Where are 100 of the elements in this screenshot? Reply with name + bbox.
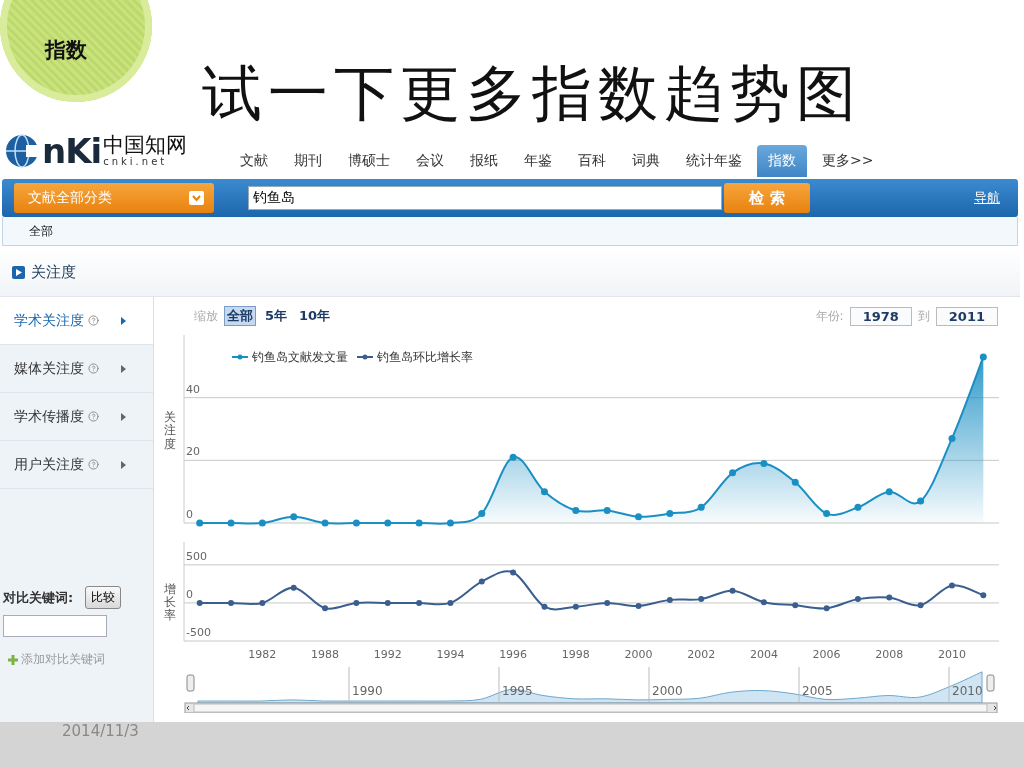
axis-label: 1990 <box>352 684 383 698</box>
data-point <box>979 353 987 361</box>
globe-icon <box>4 133 40 169</box>
nav-tab[interactable]: 博硕士 <box>337 145 401 177</box>
data-point <box>729 587 736 594</box>
keyword-field[interactable] <box>3 615 107 637</box>
scrollbar[interactable] <box>184 702 998 713</box>
range-button[interactable]: 全部 <box>224 306 256 326</box>
data-point <box>290 513 298 521</box>
axis-label: 2008 <box>875 648 904 661</box>
data-point <box>541 603 548 610</box>
data-point <box>760 459 768 467</box>
caret-icon <box>121 460 126 469</box>
data-point <box>258 519 266 527</box>
legend-item[interactable]: 钓鱼岛环比增长率 <box>356 350 473 364</box>
range-handle[interactable] <box>986 674 995 692</box>
data-point <box>885 488 893 496</box>
axis-label: 2000 <box>624 648 653 661</box>
range-button[interactable]: 10年 <box>296 306 334 326</box>
axis-title: 关注度 <box>164 411 176 451</box>
logo-domain: cnki.net <box>103 156 169 167</box>
axis-label: 1995 <box>502 684 533 698</box>
axis-label: 1982 <box>248 648 277 661</box>
slide-badge: 指数 <box>0 0 152 102</box>
data-point <box>228 599 234 606</box>
nav-tab[interactable]: 期刊 <box>283 145 333 177</box>
data-point <box>666 510 674 518</box>
caret-icon <box>121 412 126 421</box>
sidebar-item[interactable]: 学术关注度 <box>0 297 153 345</box>
axis-label: 1994 <box>436 648 465 661</box>
axis-label: 2000 <box>652 684 683 698</box>
year-label: 年份: <box>815 307 844 325</box>
nav-tab[interactable]: 会议 <box>405 145 455 177</box>
data-point <box>227 519 235 527</box>
nav-tab[interactable]: 文献 <box>229 145 279 177</box>
data-point <box>196 599 203 606</box>
data-point <box>541 488 548 496</box>
nav-tab[interactable]: 统计年鉴 <box>675 145 753 177</box>
year-field[interactable]: 1978 <box>849 306 912 326</box>
play-icon <box>12 265 25 279</box>
data-point <box>917 602 924 609</box>
caret-icon <box>121 316 126 325</box>
data-point <box>791 478 799 486</box>
section-title: 关注度 <box>31 262 76 282</box>
data-point <box>446 519 454 527</box>
slide-title: 试一下更多指数趋势图 <box>202 63 862 123</box>
logo-name: 中国知网 <box>103 135 188 156</box>
slide-date: 2014/11/3 <box>62 722 139 740</box>
data-point <box>604 599 611 606</box>
data-point <box>384 519 392 527</box>
nav-tab[interactable]: 百科 <box>567 145 617 177</box>
axis-label: 500 <box>186 549 207 563</box>
data-point <box>635 513 642 521</box>
range-button[interactable]: 5年 <box>262 306 291 326</box>
axis-label: 2006 <box>812 648 841 661</box>
axis-label: 2010 <box>952 684 983 698</box>
data-point <box>290 584 297 591</box>
data-point <box>196 519 204 527</box>
legend-item[interactable]: 钓鱼岛文献发文量 <box>231 350 348 364</box>
data-point <box>416 599 423 606</box>
data-point <box>352 519 360 527</box>
nav-tab[interactable]: 报纸 <box>459 145 509 177</box>
year-field[interactable]: 2011 <box>935 306 998 326</box>
data-point <box>792 602 799 609</box>
axis-title: 增长率 <box>164 582 176 623</box>
axis-label: 1988 <box>311 648 340 661</box>
data-point <box>322 605 329 612</box>
data-point <box>949 582 955 589</box>
nav-tab[interactable]: 更多>> <box>811 145 885 177</box>
caret-icon <box>189 191 204 205</box>
compare-button[interactable]: 比较 <box>85 586 122 609</box>
range-handle[interactable] <box>186 674 195 692</box>
data-point <box>509 453 517 461</box>
logo-text: nKi <box>42 131 102 171</box>
help-icon <box>88 459 99 470</box>
axis-label: 2002 <box>687 648 716 661</box>
data-point <box>259 599 266 606</box>
data-point <box>510 569 517 576</box>
axis-label: -500 <box>186 626 211 639</box>
nav-tab[interactable]: 词典 <box>621 145 671 177</box>
data-point <box>572 603 579 610</box>
axis-label: 0 <box>186 508 193 521</box>
data-point <box>698 596 705 603</box>
data-point <box>603 506 611 514</box>
data-point <box>948 434 956 442</box>
data-point <box>666 596 673 603</box>
filter-text[interactable]: 全部 <box>29 222 53 240</box>
data-point <box>572 506 580 514</box>
navigation-link[interactable]: 导航 <box>974 189 1000 207</box>
help-icon <box>88 315 99 326</box>
data-point <box>384 599 391 606</box>
search-field[interactable]: 钓鱼岛 <box>248 186 722 210</box>
nav-tab[interactable]: 年鉴 <box>513 145 563 177</box>
help-icon <box>88 411 99 422</box>
plus-icon <box>8 654 18 665</box>
axis-label: 20 <box>186 445 200 459</box>
data-point <box>823 605 830 612</box>
data-point <box>980 592 987 599</box>
axis-label: 0 <box>186 587 193 601</box>
axis-label: 1992 <box>373 648 402 661</box>
